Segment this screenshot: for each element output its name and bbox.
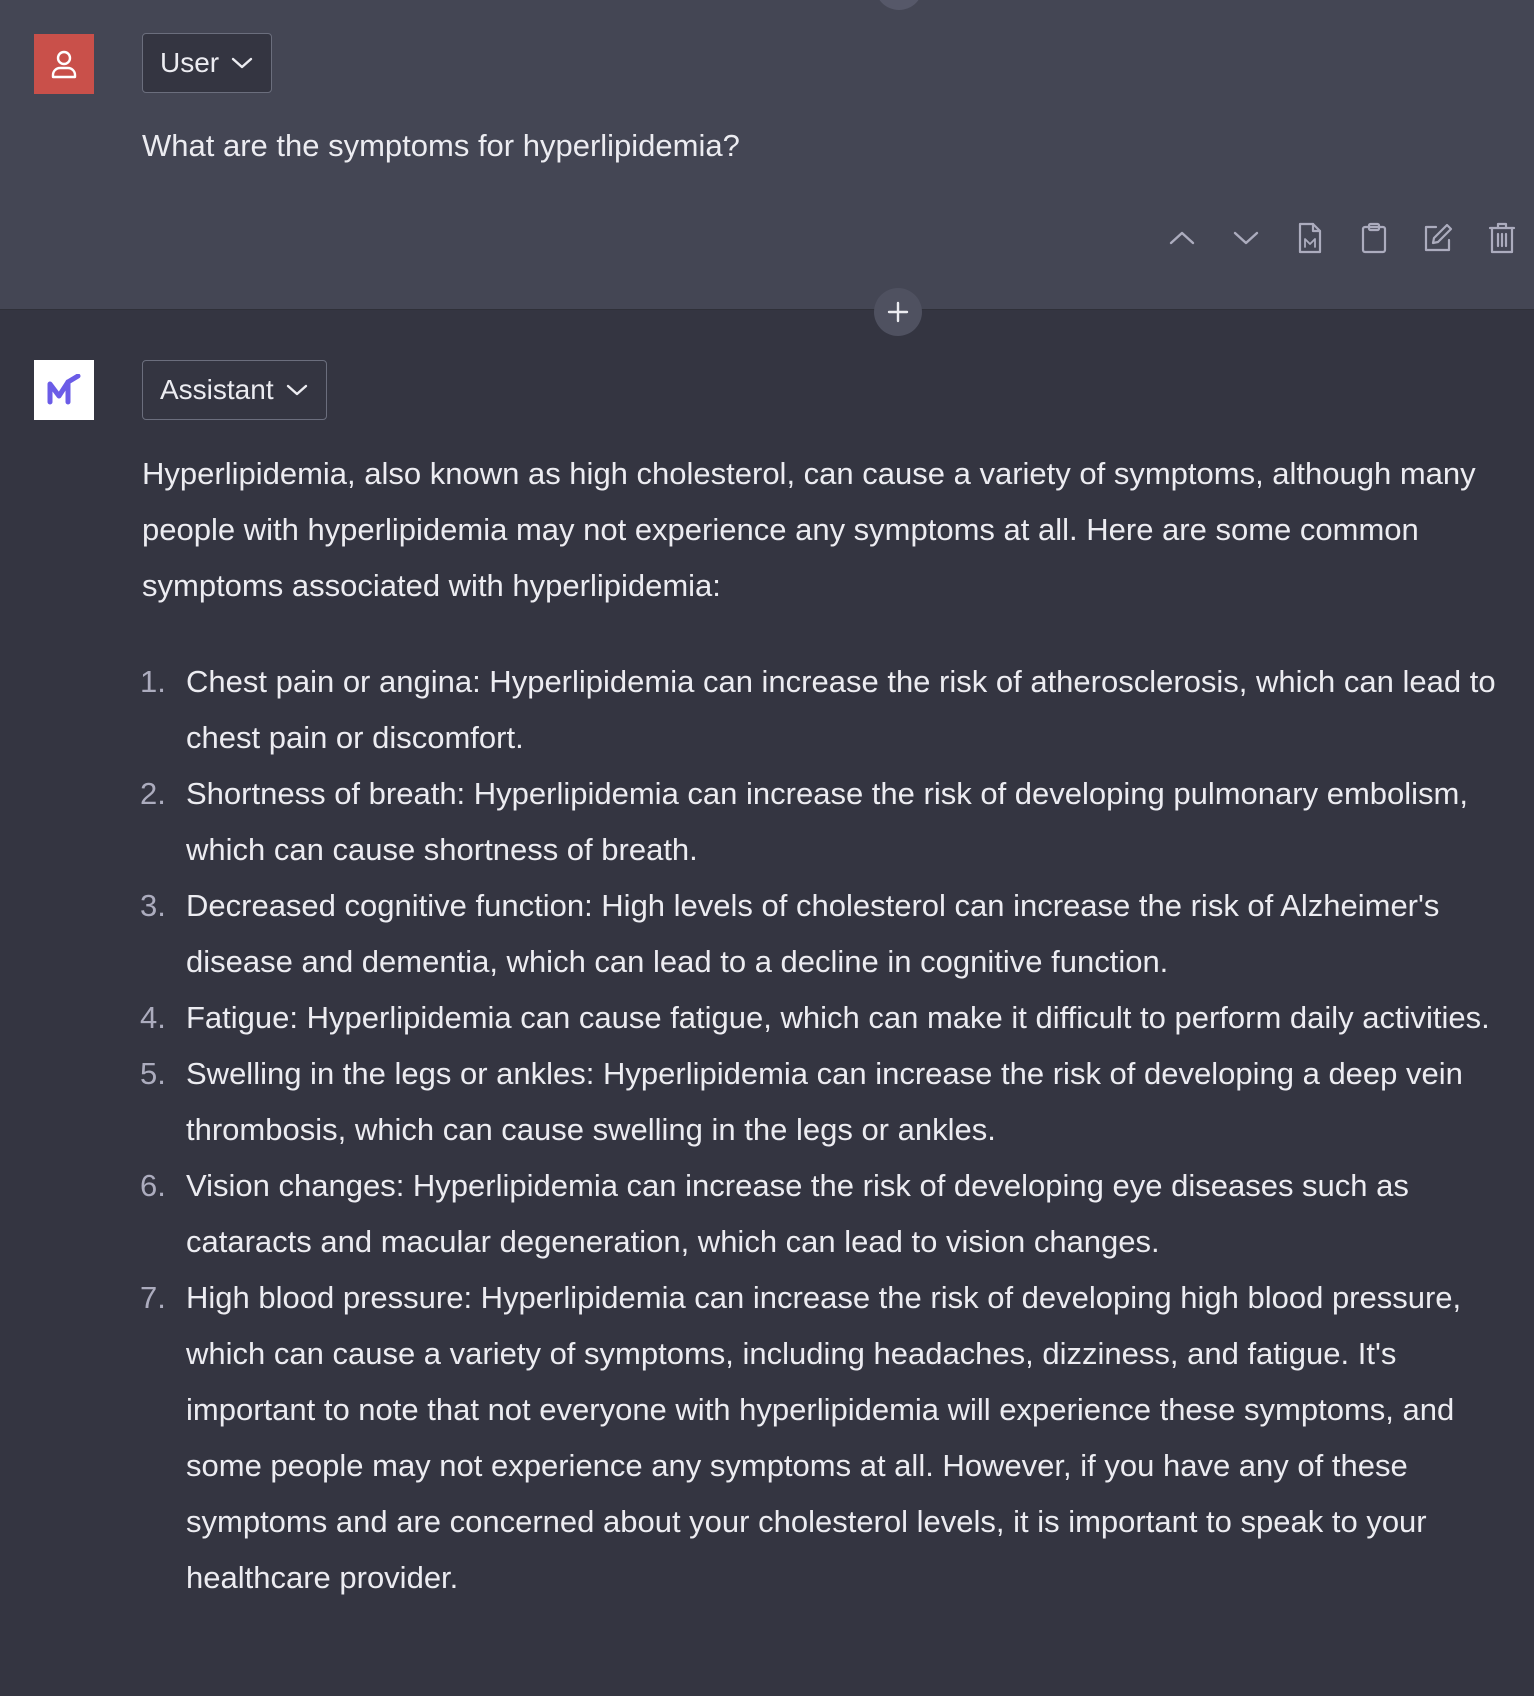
copy-button[interactable] — [1342, 216, 1406, 260]
list-item-text: Swelling in the legs or ankles: Hyperlip… — [186, 1056, 1463, 1147]
chevron-down-icon — [1233, 231, 1259, 245]
list-item-text: Decreased cognitive function: High level… — [186, 888, 1440, 979]
list-item-number: 3. — [140, 888, 166, 923]
chevron-down-icon — [286, 383, 308, 397]
markdown-file-icon — [1298, 222, 1322, 254]
list-item-text: Shortness of breath: Hyperlipidemia can … — [186, 776, 1468, 867]
list-item-text: Vision changes: Hyperlipidemia can incre… — [186, 1168, 1409, 1259]
move-up-button[interactable] — [1150, 216, 1214, 260]
user-role-label: User — [160, 47, 220, 78]
trash-icon — [1488, 222, 1516, 254]
list-item: 3. Decreased cognitive function: High le… — [140, 878, 1522, 990]
edit-icon — [1424, 223, 1453, 252]
message-action-bar — [1150, 216, 1534, 260]
assistant-avatar — [34, 360, 94, 420]
list-item: 1. Chest pain or angina: Hyperlipidemia … — [140, 654, 1522, 766]
list-item: 4. Fatigue: Hyperlipidemia can cause fat… — [140, 990, 1522, 1046]
list-item-number: 5. — [140, 1056, 166, 1091]
person-icon — [51, 50, 77, 79]
list-item-number: 2. — [140, 776, 166, 811]
assistant-message-text: Hyperlipidemia, also known as high chole… — [140, 446, 1522, 1606]
assistant-message-block: Assistant Hyperlipidemia, also known as … — [0, 310, 1534, 1696]
list-item-number: 7. — [140, 1280, 166, 1315]
user-role-select[interactable]: User — [142, 33, 273, 93]
user-message-text: What are the symptoms for hyperlipidemia… — [142, 128, 740, 163]
clipboard-icon — [1361, 222, 1387, 254]
move-down-button[interactable] — [1214, 216, 1278, 260]
list-item: 5. Swelling in the legs or ankles: Hyper… — [140, 1046, 1522, 1158]
list-item-text: Fatigue: Hyperlipidemia can cause fatigu… — [186, 1000, 1490, 1035]
chevron-up-icon — [1169, 231, 1195, 245]
list-item: 2. Shortness of breath: Hyperlipidemia c… — [140, 766, 1522, 878]
delete-button[interactable] — [1470, 216, 1534, 260]
user-message-block: User What are the symptoms for hyperlipi… — [0, 0, 1534, 310]
copy-markdown-button[interactable] — [1278, 216, 1342, 260]
list-item-number: 4. — [140, 1000, 166, 1035]
list-item-number: 6. — [140, 1168, 166, 1203]
list-item: 6. Vision changes: Hyperlipidemia can in… — [140, 1158, 1522, 1270]
assistant-role-label: Assistant — [160, 374, 274, 405]
list-item: 7. High blood pressure: Hyperlipidemia c… — [140, 1270, 1522, 1606]
add-message-button-top[interactable] — [875, 0, 923, 10]
list-item-text: High blood pressure: Hyperlipidemia can … — [186, 1280, 1462, 1595]
add-message-button[interactable] — [874, 288, 922, 336]
chevron-down-icon — [231, 56, 253, 70]
list-item-text: Chest pain or angina: Hyperlipidemia can… — [186, 664, 1496, 755]
logo-icon — [47, 374, 81, 405]
assistant-role-select[interactable]: Assistant — [142, 360, 327, 420]
user-avatar — [34, 34, 94, 94]
list-item-number: 1. — [140, 664, 166, 699]
plus-icon — [887, 301, 909, 323]
assistant-intro: Hyperlipidemia, also known as high chole… — [142, 456, 1476, 603]
symptom-list: 1. Chest pain or angina: Hyperlipidemia … — [140, 654, 1522, 1606]
edit-button[interactable] — [1406, 216, 1470, 260]
